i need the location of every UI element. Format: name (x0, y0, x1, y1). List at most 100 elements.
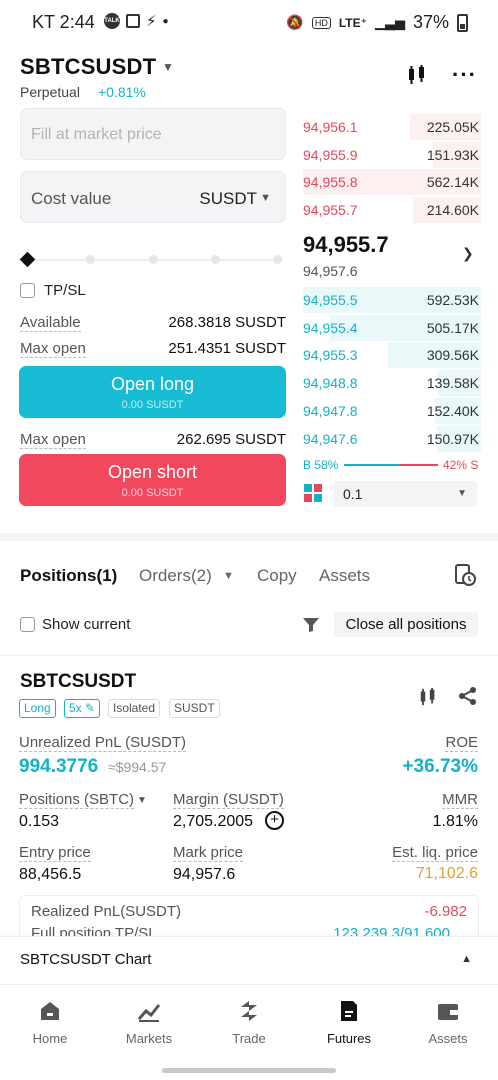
slider-step-50[interactable] (149, 255, 158, 264)
price-input[interactable]: Fill at market price (20, 108, 286, 160)
open-short-label: Open short (107, 462, 198, 482)
unrealized-pnl-usd: ≈$994.57 (108, 759, 167, 775)
position-symbol[interactable]: SBTCSUSDT (20, 671, 136, 693)
trade-icon (241, 1001, 257, 1021)
filter-icon[interactable] (302, 617, 320, 638)
ask-qty: 562.14K (426, 174, 479, 191)
add-margin-icon[interactable]: + (265, 811, 284, 830)
chevron-down-icon[interactable]: ▼ (162, 60, 174, 74)
available-label: Available (20, 314, 81, 332)
slider-step-100[interactable] (273, 255, 282, 264)
realized-pnl-label: Realized PnL(SUSDT) (31, 903, 182, 920)
tpsl-checkbox[interactable] (20, 283, 35, 298)
ask-row[interactable]: 94,955.9 151.93K (303, 141, 481, 168)
ask-price: 94,956.1 (303, 119, 358, 135)
chart-toggle-bar[interactable]: SBTCSUSDT Chart ▲ (0, 936, 498, 982)
bid-row[interactable]: 94,947.6 150.97K (303, 425, 481, 452)
ask-price: 94,955.7 (303, 202, 358, 219)
home-indicator[interactable] (162, 1068, 336, 1073)
nav-futures-label: Futures (326, 1031, 372, 1046)
open-long-button[interactable]: Open long 0.00 SUSDT (19, 366, 286, 418)
bid-row[interactable]: 94,955.5 592.53K (303, 287, 481, 313)
show-current-checkbox[interactable] (20, 617, 35, 632)
orderbook-layout-icon[interactable] (304, 484, 323, 503)
sell-ratio: 42% S (443, 458, 479, 472)
ask-row[interactable]: 94,955.8 562.14K (303, 169, 481, 196)
tab-assets[interactable]: Assets (319, 566, 370, 586)
margin-label: Margin (SUSDT) (173, 791, 284, 809)
status-time: KT 2:44 (32, 12, 95, 32)
cost-unit-select[interactable]: SUSDT (199, 189, 257, 209)
nav-home-label: Home (32, 1031, 68, 1046)
show-current-label[interactable]: Show current (42, 616, 130, 633)
bid-row[interactable]: 94,948.8 139.58K (303, 370, 481, 397)
roe-label: ROE (445, 734, 478, 752)
history-icon[interactable] (454, 563, 476, 587)
nav-trade[interactable]: Trade (209, 999, 289, 1046)
max-open-long-label: Max open (20, 340, 86, 358)
divider (0, 655, 498, 656)
nav-futures[interactable]: Futures (309, 999, 389, 1046)
share-icon[interactable] (458, 686, 478, 711)
battery-icon (457, 13, 468, 32)
leverage-badge[interactable]: 5x ✎ (64, 699, 101, 718)
price-change: +0.81% (98, 84, 146, 100)
bid-row[interactable]: 94,955.3 309.56K (303, 342, 481, 369)
mute-icon: 🔕 (286, 14, 304, 30)
ask-row[interactable]: 94,955.7 214.60K (303, 197, 481, 224)
bid-row[interactable]: 94,955.4 505.17K (303, 314, 481, 341)
more-icon[interactable]: ··· (452, 62, 477, 88)
section-divider (0, 533, 498, 541)
bid-qty: 592.53K (426, 292, 479, 308)
bid-price: 94,955.4 (303, 319, 358, 336)
status-right-icons: 🔕 HD LTE⁺ ▁▃▅ 37% (286, 12, 468, 33)
ask-row[interactable]: 94,956.1 225.05K (303, 114, 481, 140)
precision-select[interactable]: 0.1 ▼ (333, 481, 477, 507)
futures-icon (341, 1001, 357, 1021)
bid-qty: 309.56K (426, 347, 479, 364)
tab-positions[interactable]: Positions(1) (20, 566, 117, 586)
tab-orders[interactable]: Orders(2) (139, 566, 212, 586)
positions-value: 0.153 (19, 813, 60, 830)
bottom-nav: Home Markets Trade Futures Assets (0, 984, 498, 1054)
positions-label[interactable]: Positions (SBTC) (19, 791, 135, 809)
pair-title[interactable]: SBTCSUSDT (20, 54, 156, 80)
nav-markets[interactable]: Markets (109, 999, 189, 1046)
slider-step-25[interactable] (86, 255, 95, 264)
ratio-bar-buy (344, 464, 399, 466)
liq-price-label: Est. liq. price (392, 844, 478, 862)
chevron-down-icon[interactable]: ▼ (260, 192, 271, 204)
chart-bar-label: SBTCSUSDT Chart (20, 951, 152, 968)
candlestick-icon[interactable] (418, 687, 438, 712)
bid-row[interactable]: 94,947.8 152.40K (303, 397, 481, 424)
nav-home[interactable]: Home (10, 999, 90, 1046)
slider-knob[interactable] (19, 251, 36, 268)
max-open-long-value: 251.4351 SUSDT (168, 340, 286, 357)
talk-icon: TALK (104, 13, 120, 29)
open-short-button[interactable]: Open short 0.00 SUSDT (19, 454, 286, 506)
mark-price-value: 94,957.6 (173, 866, 236, 883)
open-long-sub: 0.00 SUSDT (121, 399, 184, 411)
cost-input[interactable]: Cost value SUSDT ▼ (20, 171, 286, 223)
buy-ratio: B 58% (303, 458, 339, 472)
roe-value: +36.73% (402, 756, 478, 777)
slider-step-75[interactable] (211, 255, 220, 264)
nav-assets[interactable]: Assets (408, 999, 488, 1046)
chevron-right-icon[interactable]: ❯ (462, 245, 474, 262)
bid-qty: 139.58K (426, 375, 479, 392)
close-all-positions-button[interactable]: Close all positions (334, 612, 478, 637)
ask-price: 94,955.9 (303, 146, 358, 163)
bid-price: 94,955.5 (303, 292, 358, 308)
bid-qty: 152.40K (426, 402, 479, 419)
ask-qty: 151.93K (426, 146, 479, 163)
chevron-down-icon[interactable]: ▼ (223, 570, 234, 582)
candlestick-icon[interactable] (406, 64, 428, 91)
chevron-down-icon[interactable]: ▼ (137, 795, 147, 806)
open-short-sub: 0.00 SUSDT (121, 487, 184, 499)
realized-pnl-box: Realized PnL(SUSDT) -6.982 Full position… (19, 895, 479, 942)
tpsl-label[interactable]: TP/SL (44, 282, 86, 299)
margin-mode-badge: Isolated (108, 699, 161, 718)
last-price: 94,955.7 (303, 232, 389, 257)
bid-qty: 150.97K (426, 430, 479, 447)
tab-copy[interactable]: Copy (257, 566, 297, 586)
